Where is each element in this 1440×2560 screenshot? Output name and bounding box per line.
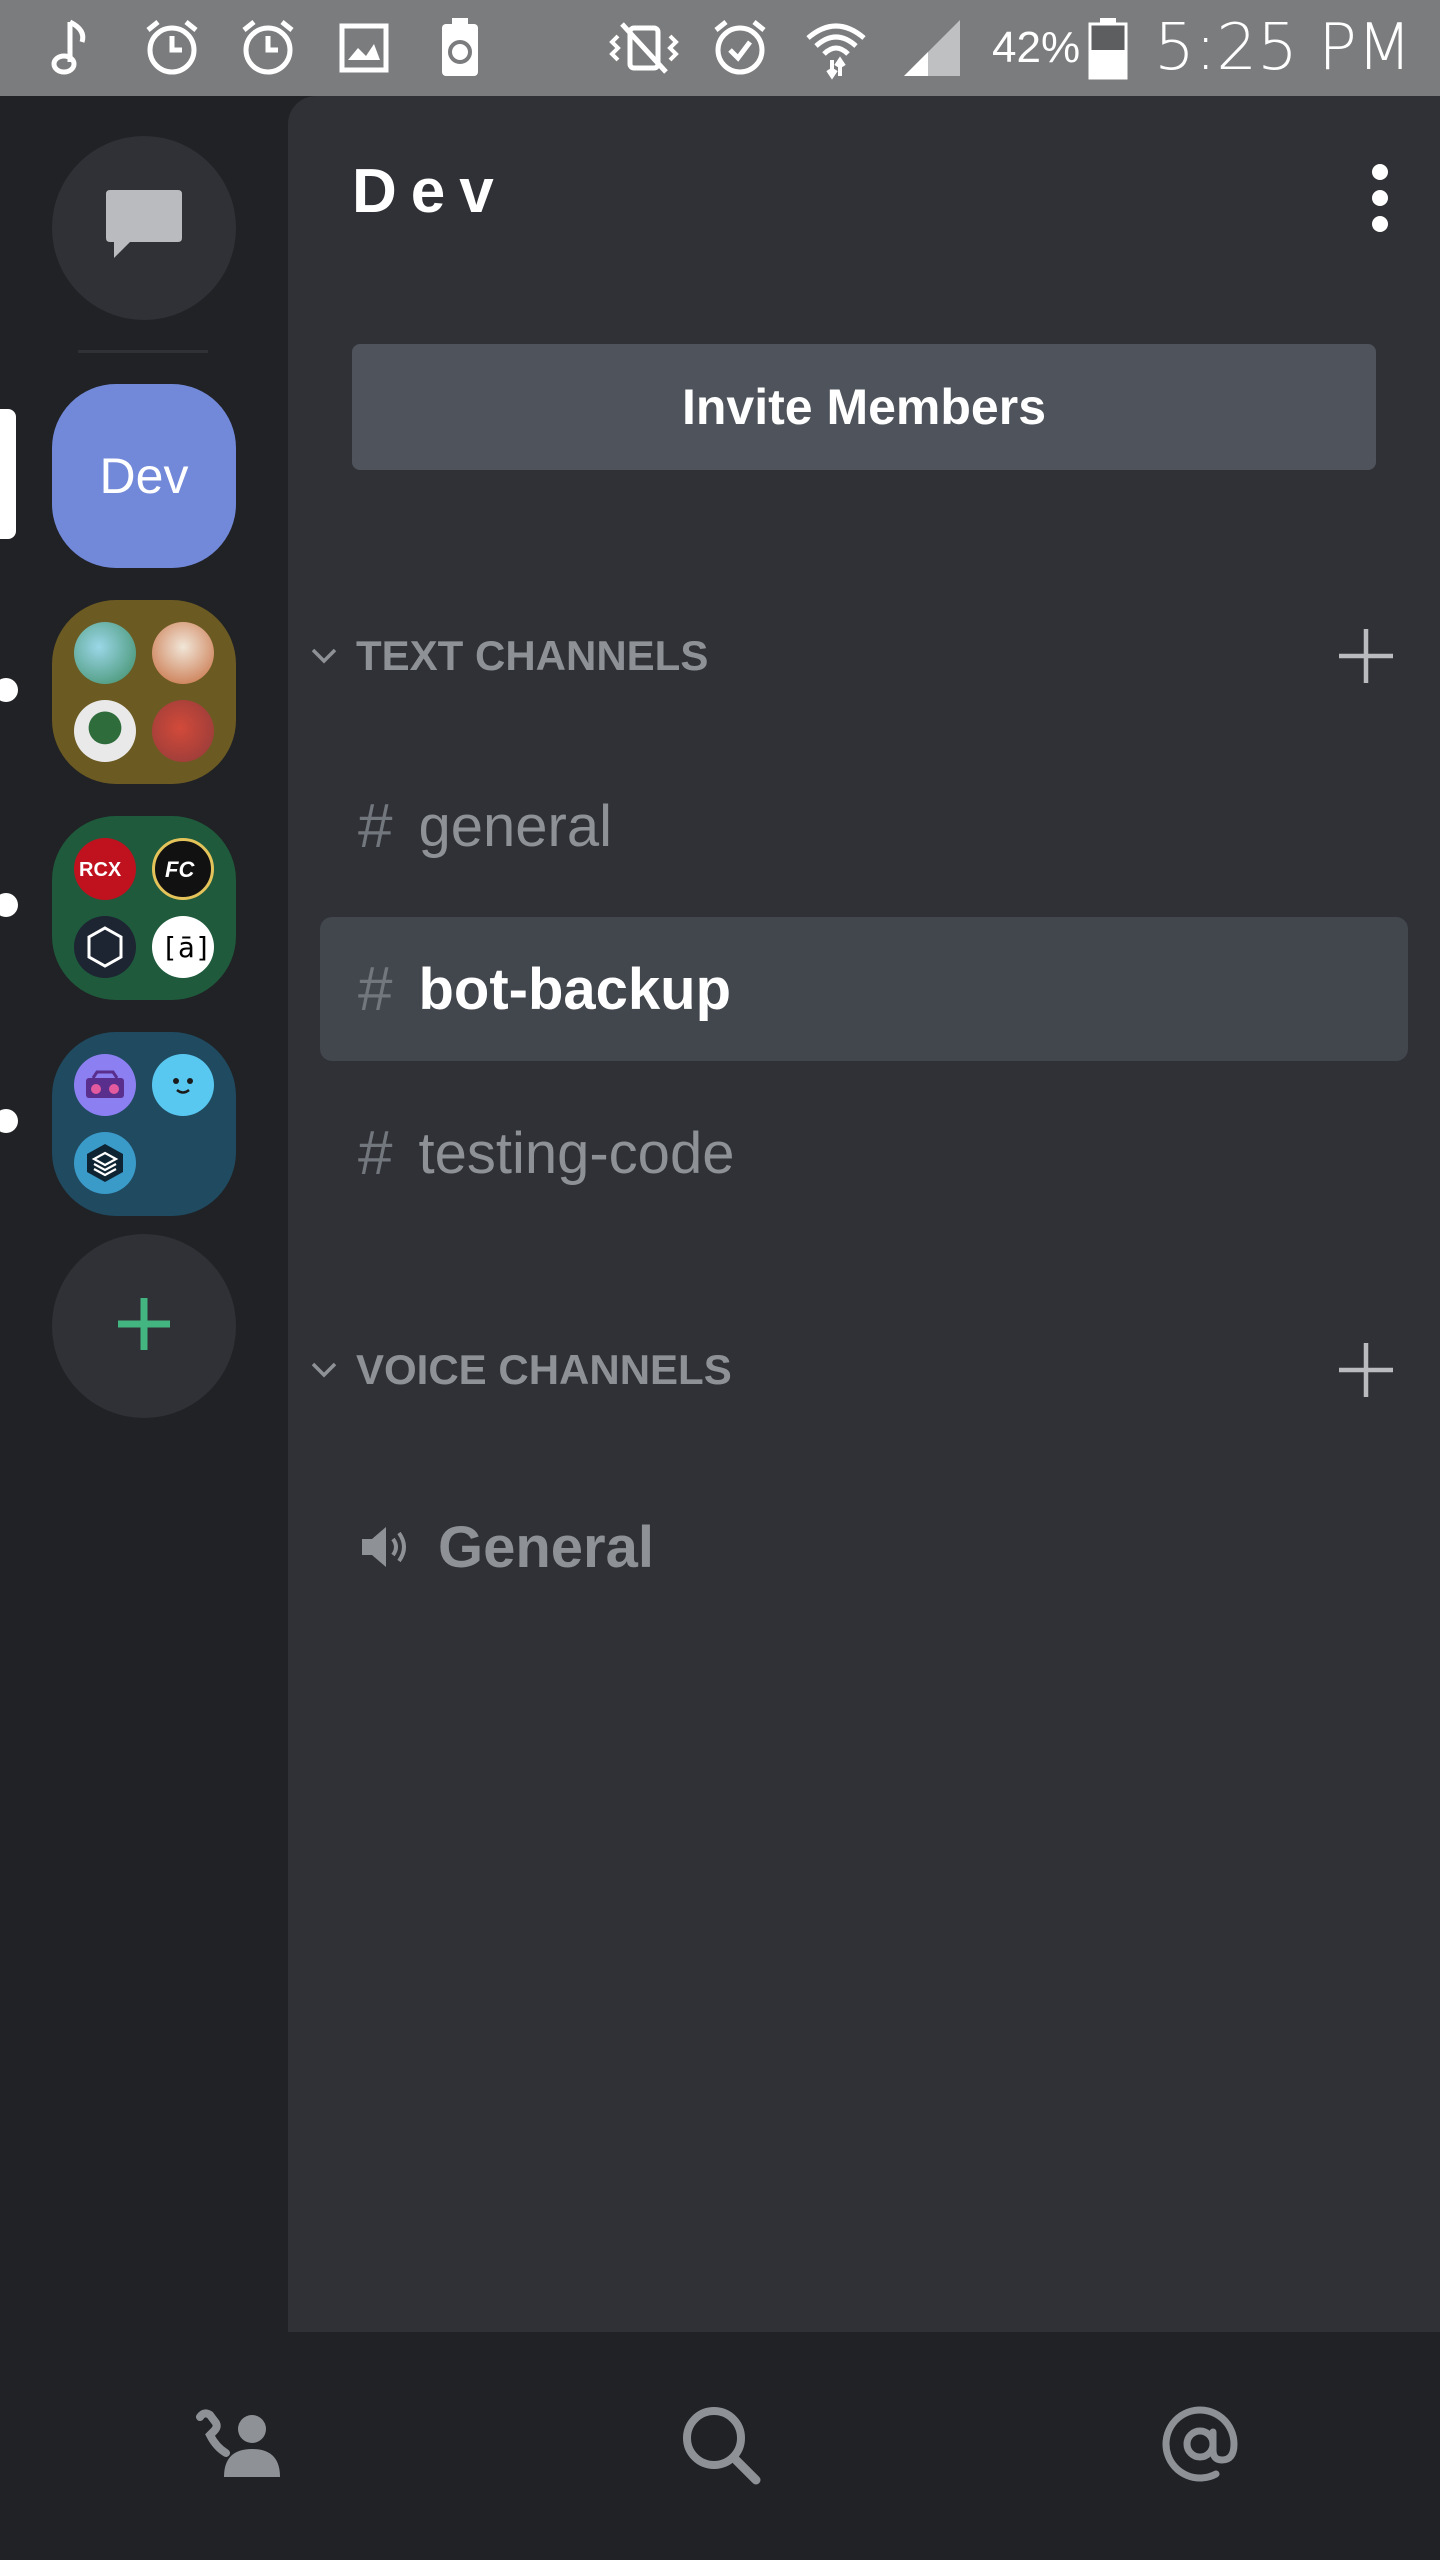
fc-server-icon: FC: [152, 838, 214, 900]
hash-icon: #: [358, 1118, 393, 1188]
server-dev-label: Dev: [99, 448, 189, 504]
invite-members-button[interactable]: Invite Members: [352, 344, 1376, 470]
channel-testing-code[interactable]: # testing-code: [320, 1081, 1408, 1225]
search-icon: [678, 2402, 762, 2491]
chevron-down-icon: [304, 647, 344, 665]
add-channel-icon[interactable]: [1336, 1340, 1396, 1400]
server-folder-2[interactable]: RCX FC [ā]: [52, 816, 236, 1000]
add-channel-icon[interactable]: [1336, 626, 1396, 686]
server-name: Dev: [352, 157, 508, 226]
chevron-down-icon: [304, 1361, 344, 1379]
alarm-icon: [124, 0, 220, 96]
status-bar: 42% 5:25 PM: [0, 0, 1440, 96]
category-voice-channels[interactable]: VOICE CHANNELS: [304, 1330, 1424, 1410]
svg-text:[ā]: [ā]: [161, 931, 207, 964]
server-icon-mini: [74, 700, 136, 762]
music-note-icon: [28, 0, 124, 96]
rcx-server-icon: RCX: [74, 838, 136, 900]
speaker-icon: [358, 1519, 414, 1575]
hexagon-server-icon: [74, 916, 136, 978]
bottom-nav: [0, 2332, 1440, 2560]
hash-icon: #: [358, 954, 393, 1024]
battery-icon: [1088, 16, 1128, 80]
mentions-button[interactable]: [1110, 2356, 1290, 2536]
add-server-button[interactable]: [52, 1234, 236, 1418]
channel-panel: Dev Invite Members TEXT CHANNELS # gener…: [288, 96, 1440, 2332]
plus-icon: [114, 1294, 174, 1359]
server-folder-1[interactable]: [52, 600, 236, 784]
server-folder-3[interactable]: [52, 1032, 236, 1216]
friends-icon: [194, 2408, 286, 2484]
channel-name: bot-backup: [418, 956, 732, 1022]
friends-button[interactable]: [150, 2356, 330, 2536]
svg-text:RCX: RCX: [79, 859, 122, 881]
category-label: TEXT CHANNELS: [356, 632, 709, 679]
unread-indicator: [0, 1109, 18, 1133]
voice-channel-general[interactable]: General: [320, 1475, 1408, 1619]
unread-indicator: [0, 678, 18, 702]
channel-name: general: [418, 793, 612, 859]
selected-server-indicator: [0, 409, 16, 539]
search-button[interactable]: [630, 2356, 810, 2536]
category-text-channels[interactable]: TEXT CHANNELS: [304, 616, 1424, 696]
wifi-icon: [788, 0, 884, 96]
channel-bot-backup[interactable]: # bot-backup: [320, 917, 1408, 1061]
battery-saver-icon: [412, 0, 508, 96]
mentions-icon: [1158, 2402, 1242, 2491]
rail-separator: [78, 350, 208, 353]
vibrate-mute-icon: [596, 0, 692, 96]
chat-bubble-icon: [102, 186, 186, 271]
hash-icon: #: [358, 791, 393, 861]
svg-text:FC: FC: [165, 857, 195, 882]
category-label: VOICE CHANNELS: [356, 1346, 732, 1393]
image-icon: [316, 0, 412, 96]
boombox-server-icon: [74, 1054, 136, 1116]
server-icon-mini: [152, 622, 214, 684]
alarm-icon: [220, 0, 316, 96]
channel-general[interactable]: # general: [320, 754, 1408, 898]
server-dev[interactable]: Dev: [52, 384, 236, 568]
clock: 5:25 PM: [1154, 11, 1412, 85]
server-rail: Dev RCX FC [ā]: [0, 96, 288, 2332]
server-icon-mini: [152, 700, 214, 762]
direct-messages-button[interactable]: [52, 136, 236, 320]
smiley-server-icon: [152, 1054, 214, 1116]
server-icon-mini: [74, 622, 136, 684]
cell-signal-icon: [884, 0, 980, 96]
channel-name: testing-code: [418, 1120, 735, 1186]
bracket-server-icon: [ā]: [152, 916, 214, 978]
layers-server-icon: [74, 1132, 136, 1194]
channel-name: General: [438, 1514, 654, 1580]
unread-indicator: [0, 893, 18, 917]
battery-percent: 42%: [992, 23, 1081, 72]
more-options-icon[interactable]: [1360, 158, 1400, 238]
alarm-check-icon: [692, 0, 788, 96]
